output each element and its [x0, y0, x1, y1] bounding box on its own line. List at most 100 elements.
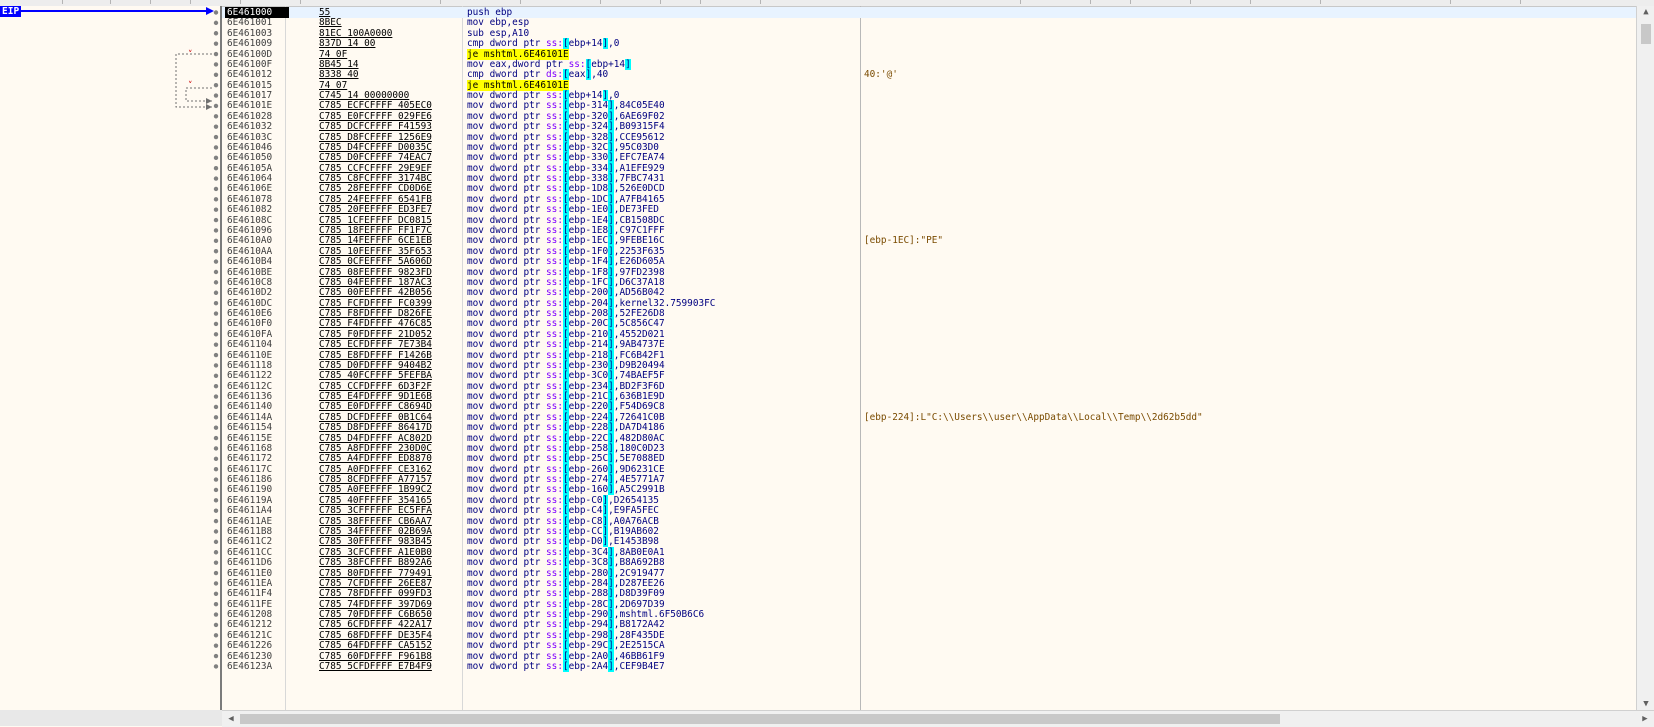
- disasm-row[interactable]: 6E4610BE C785 08FEFFFF 9823FD mov dword pt…: [222, 266, 1636, 278]
- breakpoint-bullet[interactable]: [213, 653, 219, 659]
- breakpoint-bullet[interactable]: [213, 581, 219, 586]
- disasm-row[interactable]: 6E46100D 74 0F je mshtml.6E46101E: [222, 48, 1636, 60]
- disasm-row[interactable]: 6E4611CC C785 3CFCFFFF A1E0B0 mov dword pt…: [222, 546, 1636, 558]
- breakpoint-bullet[interactable]: [213, 643, 219, 648]
- breakpoint-bullet[interactable]: [213, 664, 219, 669]
- disasm-row[interactable]: 6E461003 81EC 100A0000 sub esp,A10: [222, 28, 1636, 39]
- disasm-row[interactable]: 6E461172 C785 A4FDFFFF ED8870 mov dword pt…: [222, 453, 1636, 465]
- disasm-row[interactable]: 6E46101E C785 ECFCFFFF 405EC0 mov dword pt…: [222, 100, 1636, 112]
- breakpoint-bullet[interactable]: [213, 280, 219, 285]
- breakpoint-bullet[interactable]: [213, 321, 219, 327]
- breakpoint-bullet[interactable]: [213, 155, 219, 161]
- disasm-row[interactable]: 6E461226 C785 64FDFFFF CA5152 mov dword pt…: [222, 640, 1636, 652]
- disasm-row[interactable]: 6E4610A0 C785 14FEFFFF 6CE1EB mov dword pt…: [222, 235, 1636, 247]
- disasm-row[interactable]: 6E46103C C785 D8FCFFFF 1256E9 mov dword pt…: [222, 131, 1636, 143]
- disasm-row[interactable]: 6E4611AE C785 38FFFFFF CB6AA7 mov dword pt…: [222, 515, 1636, 527]
- disassembly-listing[interactable]: 6E461000 55 push ebp 6E461001 8BEC mov ebp,es…: [222, 6, 1636, 710]
- disasm-row[interactable]: 6E461017 C745 14 00000000 mov dword ptr ss…: [222, 90, 1636, 102]
- breakpoint-bullet[interactable]: [213, 269, 219, 275]
- scroll-left-icon[interactable]: ◀: [224, 711, 238, 727]
- breakpoint-bullet[interactable]: [213, 176, 219, 181]
- breakpoint-bullet[interactable]: [213, 332, 219, 337]
- disasm-row[interactable]: 6E461078 C785 24FEFFFF 6541FB mov dword pt…: [222, 193, 1636, 205]
- disasm-row[interactable]: 6E461212 C785 6CFDFFFF 422A17 mov dword pt…: [222, 619, 1636, 631]
- disasm-row[interactable]: 6E461096 C785 18FEFFFF FF1F7C mov dword pt…: [222, 224, 1636, 236]
- disasm-row[interactable]: 6E461208 C785 70FDFFFF C6B650 mov dword pt…: [222, 609, 1636, 621]
- horizontal-scroll-thumb[interactable]: [240, 714, 1280, 724]
- breakpoint-bullet[interactable]: [213, 51, 219, 57]
- breakpoint-bullet[interactable]: [213, 539, 219, 545]
- breakpoint-bullet[interactable]: [213, 197, 219, 202]
- disasm-row[interactable]: 6E46106E C785 28FEFFFF CD0D6E mov dword pt…: [222, 183, 1636, 195]
- breakpoint-bullet[interactable]: [213, 186, 219, 192]
- breakpoint-bullet[interactable]: [213, 342, 219, 347]
- disasm-row[interactable]: 6E46100F 8B45 14 mov eax,dword ptr ss:[ebp…: [222, 58, 1636, 70]
- breakpoint-bullet[interactable]: [213, 425, 219, 430]
- disasm-row[interactable]: 6E461032 C785 DCFCFFFF F41593 mov dword pt…: [222, 121, 1636, 133]
- disasm-row[interactable]: 6E461001 8BEC mov ebp,esp: [222, 17, 1636, 28]
- disasm-row[interactable]: 6E4611F4 C785 78FDFFFF 099FD3 mov dword pt…: [222, 588, 1636, 600]
- scroll-up-icon[interactable]: ▲: [1637, 6, 1654, 18]
- breakpoint-bullet[interactable]: [213, 20, 219, 26]
- disasm-row[interactable]: 6E461122 C785 40FCFFFF 5FEFBA mov dword pt…: [222, 370, 1636, 382]
- disasm-row[interactable]: 6E4611C2 C785 30FFFFFF 983B45 mov dword pt…: [222, 536, 1636, 548]
- breakpoint-bullet[interactable]: [213, 249, 219, 254]
- disasm-row[interactable]: 6E4611B8 C785 34FFFFFF 02B69A mov dword pt…: [222, 526, 1636, 537]
- breakpoint-bullet[interactable]: [213, 228, 219, 233]
- breakpoint-bullet[interactable]: [213, 373, 219, 378]
- breakpoint-bullet[interactable]: [213, 31, 219, 36]
- scroll-down-icon[interactable]: ▼: [1637, 698, 1654, 710]
- breakpoint-bullet[interactable]: [213, 529, 219, 534]
- disasm-row[interactable]: 6E4610AA C785 10FEFFFF 35F653 mov dword pt…: [222, 245, 1636, 257]
- breakpoint-bullet[interactable]: [213, 259, 219, 264]
- disasm-row[interactable]: 6E461009 837D 14 00 cmp dword ptr ss:[ebp+…: [222, 38, 1636, 50]
- breakpoint-bullet[interactable]: [213, 217, 219, 223]
- disasm-row[interactable]: 6E46108C C785 1CFEFFFF DC0815 mov dword pt…: [222, 214, 1636, 226]
- breakpoint-bullet[interactable]: [213, 612, 219, 617]
- breakpoint-bullet[interactable]: [213, 394, 219, 399]
- disasm-row[interactable]: 6E461012 8338 40 cmp dword ptr ds:[eax],40…: [222, 69, 1636, 81]
- breakpoint-bullet[interactable]: [213, 82, 219, 88]
- disasm-row[interactable]: 6E461000 55 push ebp: [222, 7, 1636, 18]
- breakpoint-bullet[interactable]: [213, 166, 219, 171]
- breakpoint-bullet[interactable]: [213, 363, 219, 368]
- disasm-row[interactable]: 6E4610DC C785 FCFDFFFF FC0399 mov dword pt…: [222, 297, 1636, 309]
- breakpoint-bullet[interactable]: [213, 383, 219, 389]
- breakpoint-bullet[interactable]: [213, 145, 219, 150]
- scroll-right-icon[interactable]: ▶: [1638, 711, 1652, 727]
- disasm-row[interactable]: 6E46105A C785 CCFCFFFF 29E9EF mov dword pt…: [222, 162, 1636, 174]
- breakpoint-bullet[interactable]: [213, 290, 219, 295]
- disasm-row[interactable]: 6E4610C8 C785 04FEFFFF 187AC3 mov dword pt…: [222, 276, 1636, 288]
- breakpoint-bullet[interactable]: [213, 352, 219, 358]
- horizontal-scrollbar[interactable]: ◀ ▶: [222, 710, 1654, 727]
- breakpoint-bullet[interactable]: [213, 518, 219, 524]
- breakpoint-bullet[interactable]: [213, 62, 219, 67]
- disasm-row[interactable]: 6E461050 C785 D0FCFFFF 74EAC7 mov dword pt…: [222, 152, 1636, 164]
- disasm-row[interactable]: 6E461015 74 07 je mshtml.6E46101E: [222, 79, 1636, 91]
- disasm-row[interactable]: 6E461104 C785 ECFDFFFF 7E73B4 mov dword pt…: [222, 339, 1636, 351]
- disasm-row[interactable]: 6E46112C C785 CCFDFFFF 6D3F2F mov dword pt…: [222, 380, 1636, 392]
- vertical-scrollbar[interactable]: ▲ ▼: [1636, 6, 1654, 710]
- disasm-row[interactable]: 6E4610B4 C785 0CFEFFFF 5A606D mov dword pt…: [222, 256, 1636, 268]
- breakpoint-bullet[interactable]: [213, 633, 219, 638]
- disasm-row[interactable]: 6E4611EA C785 7CFDFFFF 26EE87 mov dword pt…: [222, 577, 1636, 589]
- disasm-row[interactable]: 6E4610E6 C785 F8FDFFFF D826FE mov dword pt…: [222, 308, 1636, 320]
- disasm-row[interactable]: 6E461154 C785 D8FDFFFF 86417D mov dword pt…: [222, 422, 1636, 434]
- breakpoint-bullet[interactable]: [213, 591, 219, 596]
- breakpoint-bullet[interactable]: [213, 601, 219, 607]
- disasm-row[interactable]: 6E461046 C785 D4FCFFFF D0035C mov dword pt…: [222, 141, 1636, 153]
- breakpoint-bullet[interactable]: [213, 93, 219, 98]
- disasm-row[interactable]: 6E461136 C785 E4FDFFFF 9D1E6B mov dword pt…: [222, 391, 1636, 403]
- breakpoint-bullet[interactable]: [213, 560, 219, 565]
- disasm-row[interactable]: 6E461064 C785 C8FCFFFF 3174BC mov dword pt…: [222, 173, 1636, 185]
- breakpoint-bullet[interactable]: [213, 477, 219, 482]
- disasm-row[interactable]: 6E46117C C785 A0FDFFFF CE3162 mov dword pt…: [222, 463, 1636, 475]
- breakpoint-bullet[interactable]: [213, 404, 219, 410]
- breakpoint-bullet[interactable]: [213, 124, 219, 129]
- breakpoint-bullet[interactable]: [213, 41, 219, 46]
- breakpoint-bullet[interactable]: [213, 72, 219, 77]
- breakpoint-bullet[interactable]: [213, 134, 219, 140]
- disasm-row[interactable]: 6E46115E C785 D4FDFFFF AC802D mov dword pt…: [222, 432, 1636, 444]
- breakpoint-bullet[interactable]: [213, 508, 219, 513]
- disasm-row[interactable]: 6E461140 C785 E0FDFFFF C8694D mov dword pt…: [222, 401, 1636, 413]
